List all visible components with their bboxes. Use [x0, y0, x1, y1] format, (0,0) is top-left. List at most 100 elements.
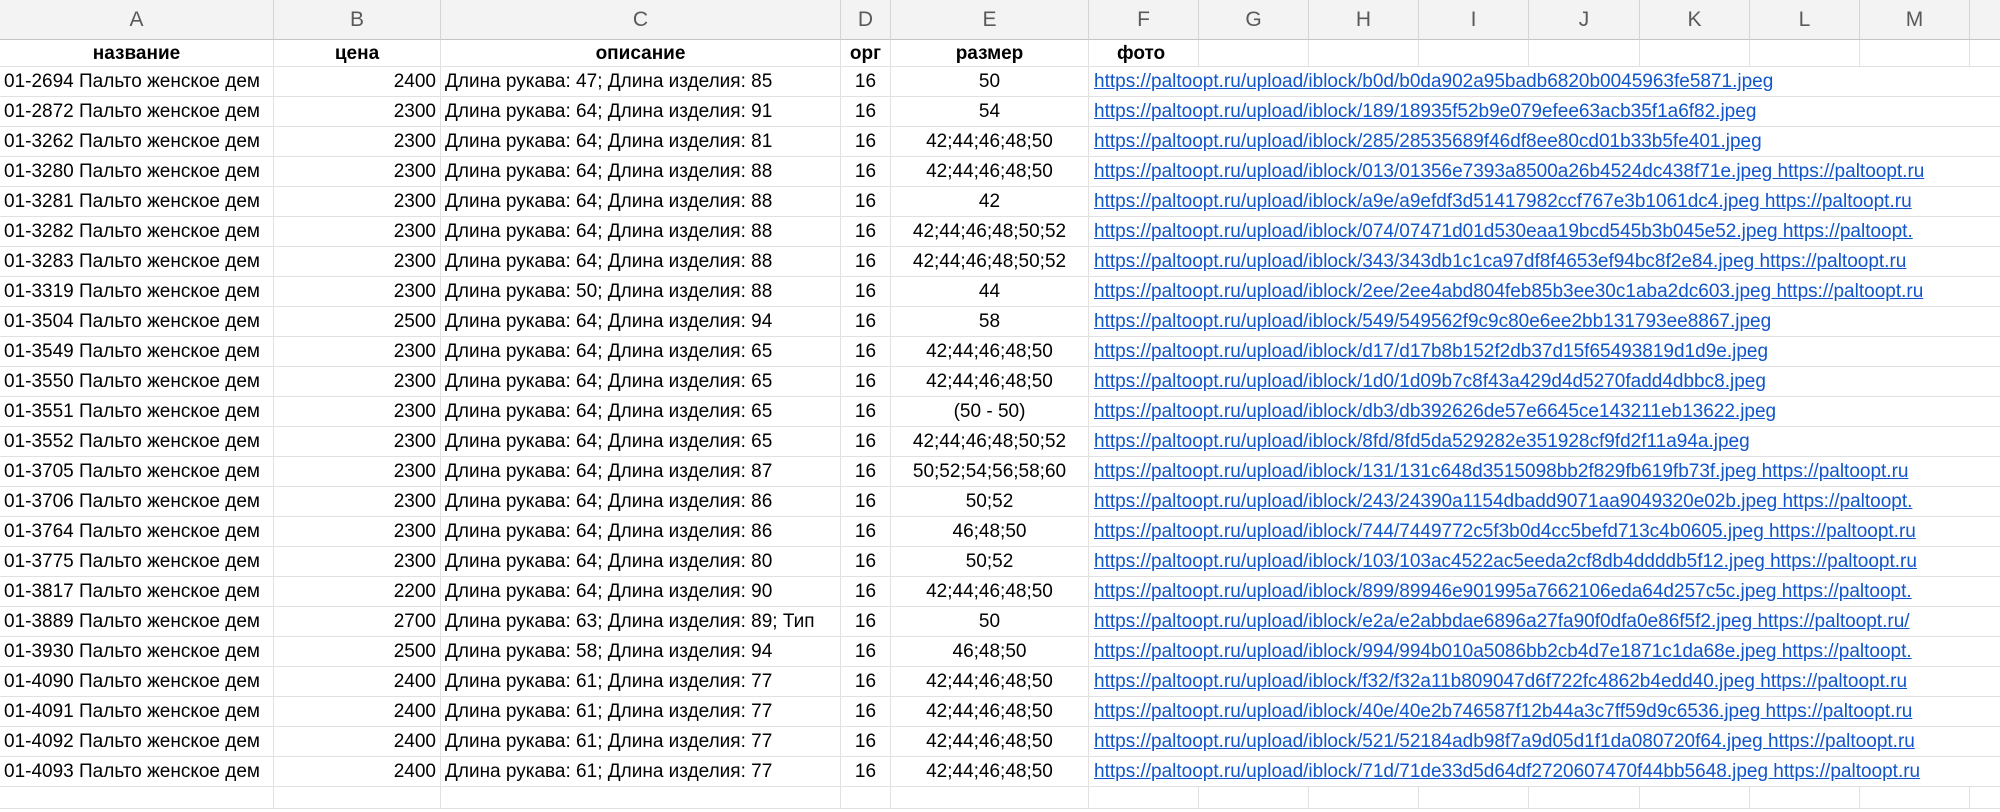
- cell-org[interactable]: 16: [841, 757, 891, 787]
- cell-price[interactable]: 2300: [274, 427, 441, 457]
- cell-org[interactable]: 16: [841, 547, 891, 577]
- cell-org[interactable]: 16: [841, 487, 891, 517]
- cell-name[interactable]: 01-3283 Пальто женское дем: [0, 247, 274, 277]
- column-header-L[interactable]: L: [1750, 0, 1860, 40]
- cell-photo-link[interactable]: https://paltoopt.ru/upload/iblock/a9e/a9…: [1089, 187, 2000, 217]
- cell-description[interactable]: Длина рукава: 47; Длина изделия: 85: [441, 67, 841, 97]
- cell-name[interactable]: 01-3889 Пальто женское дем: [0, 607, 274, 637]
- cell-description[interactable]: Длина рукава: 64; Длина изделия: 88: [441, 187, 841, 217]
- cell-description[interactable]: Длина рукава: 61; Длина изделия: 77: [441, 757, 841, 787]
- cell-description[interactable]: Длина рукава: 61; Длина изделия: 77: [441, 697, 841, 727]
- cell-name[interactable]: 01-3930 Пальто женское дем: [0, 637, 274, 667]
- column-header-I[interactable]: I: [1419, 0, 1529, 40]
- empty-cell[interactable]: [1750, 787, 1860, 809]
- cell-name[interactable]: 01-3319 Пальто женское дем: [0, 277, 274, 307]
- cell-size[interactable]: 50;52;54;56;58;60: [891, 457, 1089, 487]
- cell-price[interactable]: 2500: [274, 637, 441, 667]
- cell-photo-link[interactable]: https://paltoopt.ru/upload/iblock/744/74…: [1089, 517, 2000, 547]
- empty-cell[interactable]: [1970, 40, 2000, 67]
- cell-org[interactable]: 16: [841, 217, 891, 247]
- cell-org[interactable]: 16: [841, 727, 891, 757]
- cell-photo-link[interactable]: https://paltoopt.ru/upload/iblock/d17/d1…: [1089, 337, 2000, 367]
- cell-org[interactable]: 16: [841, 157, 891, 187]
- cell-photo-link[interactable]: https://paltoopt.ru/upload/iblock/243/24…: [1089, 487, 2000, 517]
- cell-description[interactable]: Длина рукава: 64; Длина изделия: 81: [441, 127, 841, 157]
- cell-name[interactable]: 01-3706 Пальто женское дем: [0, 487, 274, 517]
- cell-org[interactable]: 16: [841, 67, 891, 97]
- cell-description[interactable]: Длина рукава: 64; Длина изделия: 80: [441, 547, 841, 577]
- cell-name[interactable]: 01-3551 Пальто женское дем: [0, 397, 274, 427]
- empty-cell[interactable]: [1089, 787, 1199, 809]
- cell-price[interactable]: 2700: [274, 607, 441, 637]
- cell-size[interactable]: 42;44;46;48;50: [891, 337, 1089, 367]
- column-header-D[interactable]: D: [841, 0, 891, 40]
- cell-description[interactable]: Длина рукава: 64; Длина изделия: 65: [441, 367, 841, 397]
- cell-description[interactable]: Длина рукава: 64; Длина изделия: 90: [441, 577, 841, 607]
- cell-org[interactable]: 16: [841, 457, 891, 487]
- header-cell-size[interactable]: размер: [891, 40, 1089, 67]
- cell-price[interactable]: 2300: [274, 337, 441, 367]
- empty-cell[interactable]: [1309, 40, 1419, 67]
- cell-size[interactable]: 50;52: [891, 487, 1089, 517]
- cell-photo-link[interactable]: https://paltoopt.ru/upload/iblock/074/07…: [1089, 217, 2000, 247]
- empty-cell[interactable]: [274, 787, 441, 809]
- column-header-M[interactable]: M: [1860, 0, 1970, 40]
- cell-photo-link[interactable]: https://paltoopt.ru/upload/iblock/549/54…: [1089, 307, 2000, 337]
- header-cell-photo[interactable]: фото: [1089, 40, 1199, 67]
- empty-cell[interactable]: [1640, 787, 1750, 809]
- cell-name[interactable]: 01-3705 Пальто женское дем: [0, 457, 274, 487]
- empty-cell[interactable]: [1309, 787, 1419, 809]
- empty-cell[interactable]: [1199, 40, 1309, 67]
- cell-size[interactable]: 42;44;46;48;50;52: [891, 427, 1089, 457]
- header-cell-org[interactable]: орг: [841, 40, 891, 67]
- cell-name[interactable]: 01-3282 Пальто женское дем: [0, 217, 274, 247]
- cell-price[interactable]: 2200: [274, 577, 441, 607]
- column-header-K[interactable]: K: [1640, 0, 1750, 40]
- cell-size[interactable]: 42;44;46;48;50: [891, 727, 1089, 757]
- empty-cell[interactable]: [1419, 40, 1529, 67]
- cell-price[interactable]: 2400: [274, 697, 441, 727]
- cell-photo-link[interactable]: https://paltoopt.ru/upload/iblock/189/18…: [1089, 97, 2000, 127]
- cell-description[interactable]: Длина рукава: 64; Длина изделия: 91: [441, 97, 841, 127]
- column-header-C[interactable]: C: [441, 0, 841, 40]
- cell-description[interactable]: Длина рукава: 64; Длина изделия: 88: [441, 247, 841, 277]
- cell-name[interactable]: 01-3550 Пальто женское дем: [0, 367, 274, 397]
- cell-photo-link[interactable]: https://paltoopt.ru/upload/iblock/1d0/1d…: [1089, 367, 2000, 397]
- cell-name[interactable]: 01-3817 Пальто женское дем: [0, 577, 274, 607]
- empty-cell[interactable]: [1529, 40, 1640, 67]
- column-header-extra[interactable]: [1970, 0, 2000, 40]
- cell-org[interactable]: 16: [841, 187, 891, 217]
- cell-org[interactable]: 16: [841, 277, 891, 307]
- cell-name[interactable]: 01-2872 Пальто женское дем: [0, 97, 274, 127]
- column-header-G[interactable]: G: [1199, 0, 1309, 40]
- cell-price[interactable]: 2300: [274, 547, 441, 577]
- cell-org[interactable]: 16: [841, 337, 891, 367]
- cell-size[interactable]: 42;44;46;48;50;52: [891, 247, 1089, 277]
- cell-photo-link[interactable]: https://paltoopt.ru/upload/iblock/103/10…: [1089, 547, 2000, 577]
- cell-description[interactable]: Длина рукава: 50; Длина изделия: 88: [441, 277, 841, 307]
- cell-org[interactable]: 16: [841, 397, 891, 427]
- cell-price[interactable]: 2300: [274, 187, 441, 217]
- cell-description[interactable]: Длина рукава: 64; Длина изделия: 65: [441, 397, 841, 427]
- cell-price[interactable]: 2300: [274, 127, 441, 157]
- cell-photo-link[interactable]: https://paltoopt.ru/upload/iblock/b0d/b0…: [1089, 67, 2000, 97]
- cell-photo-link[interactable]: https://paltoopt.ru/upload/iblock/285/28…: [1089, 127, 2000, 157]
- cell-org[interactable]: 16: [841, 517, 891, 547]
- cell-size[interactable]: 44: [891, 277, 1089, 307]
- empty-cell[interactable]: [1640, 40, 1750, 67]
- column-header-F[interactable]: F: [1089, 0, 1199, 40]
- cell-org[interactable]: 16: [841, 697, 891, 727]
- cell-photo-link[interactable]: https://paltoopt.ru/upload/iblock/2ee/2e…: [1089, 277, 2000, 307]
- cell-name[interactable]: 01-3262 Пальто женское дем: [0, 127, 274, 157]
- header-cell-price[interactable]: цена: [274, 40, 441, 67]
- cell-org[interactable]: 16: [841, 247, 891, 277]
- cell-size[interactable]: 42: [891, 187, 1089, 217]
- cell-photo-link[interactable]: https://paltoopt.ru/upload/iblock/899/89…: [1089, 577, 2000, 607]
- header-cell-name[interactable]: название: [0, 40, 274, 67]
- cell-price[interactable]: 2300: [274, 157, 441, 187]
- cell-photo-link[interactable]: https://paltoopt.ru/upload/iblock/71d/71…: [1089, 757, 2000, 787]
- cell-size[interactable]: 46;48;50: [891, 517, 1089, 547]
- cell-price[interactable]: 2300: [274, 277, 441, 307]
- cell-photo-link[interactable]: https://paltoopt.ru/upload/iblock/db3/db…: [1089, 397, 2000, 427]
- cell-photo-link[interactable]: https://paltoopt.ru/upload/iblock/40e/40…: [1089, 697, 2000, 727]
